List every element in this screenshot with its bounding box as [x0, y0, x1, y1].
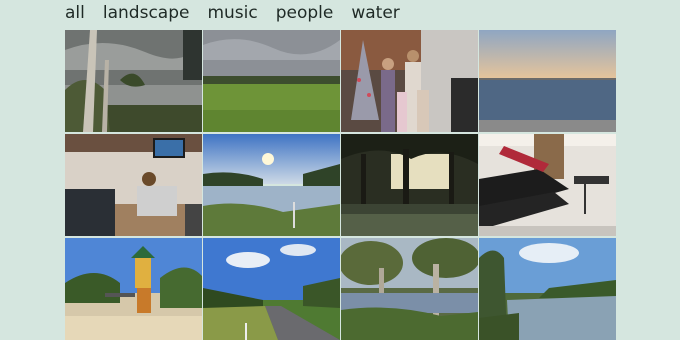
category-tabs: all landscape music people water	[65, 3, 400, 23]
tab-music[interactable]: music	[207, 3, 257, 23]
tab-water[interactable]: water	[351, 3, 399, 23]
photo-palm-trees-stormy-sky	[65, 30, 202, 132]
photo-tile[interactable]	[203, 238, 340, 340]
photo-grid	[65, 30, 616, 340]
photo-river-sunset-reflection	[203, 134, 340, 236]
photo-family-christmas-tree	[341, 30, 478, 132]
photo-country-road-clouds	[203, 238, 340, 340]
photo-tile[interactable]	[341, 30, 478, 132]
photo-child-at-desk-living-room	[65, 134, 202, 236]
photo-tile[interactable]	[341, 134, 478, 236]
photo-tile[interactable]	[65, 134, 202, 236]
photo-tile[interactable]	[203, 134, 340, 236]
photo-trees-in-water	[341, 238, 478, 340]
tab-all[interactable]: all	[65, 3, 85, 23]
tab-people[interactable]: people	[276, 3, 334, 23]
photo-river-blue-sky	[479, 238, 616, 340]
photo-tile[interactable]	[479, 238, 616, 340]
photo-tile[interactable]	[65, 30, 202, 132]
tab-landscape[interactable]: landscape	[103, 3, 190, 23]
photo-lake-sunset-jetty	[479, 30, 616, 132]
photo-tile[interactable]	[479, 30, 616, 132]
photo-green-field-cloudy-sky	[203, 30, 340, 132]
photo-tile[interactable]	[479, 134, 616, 236]
photo-keyboards-music-room	[479, 134, 616, 236]
photo-flooded-trees-sunset	[341, 134, 478, 236]
photo-tile[interactable]	[341, 238, 478, 340]
photo-playground-blue-sky	[65, 238, 202, 340]
photo-tile[interactable]	[65, 238, 202, 340]
photo-tile[interactable]	[203, 30, 340, 132]
